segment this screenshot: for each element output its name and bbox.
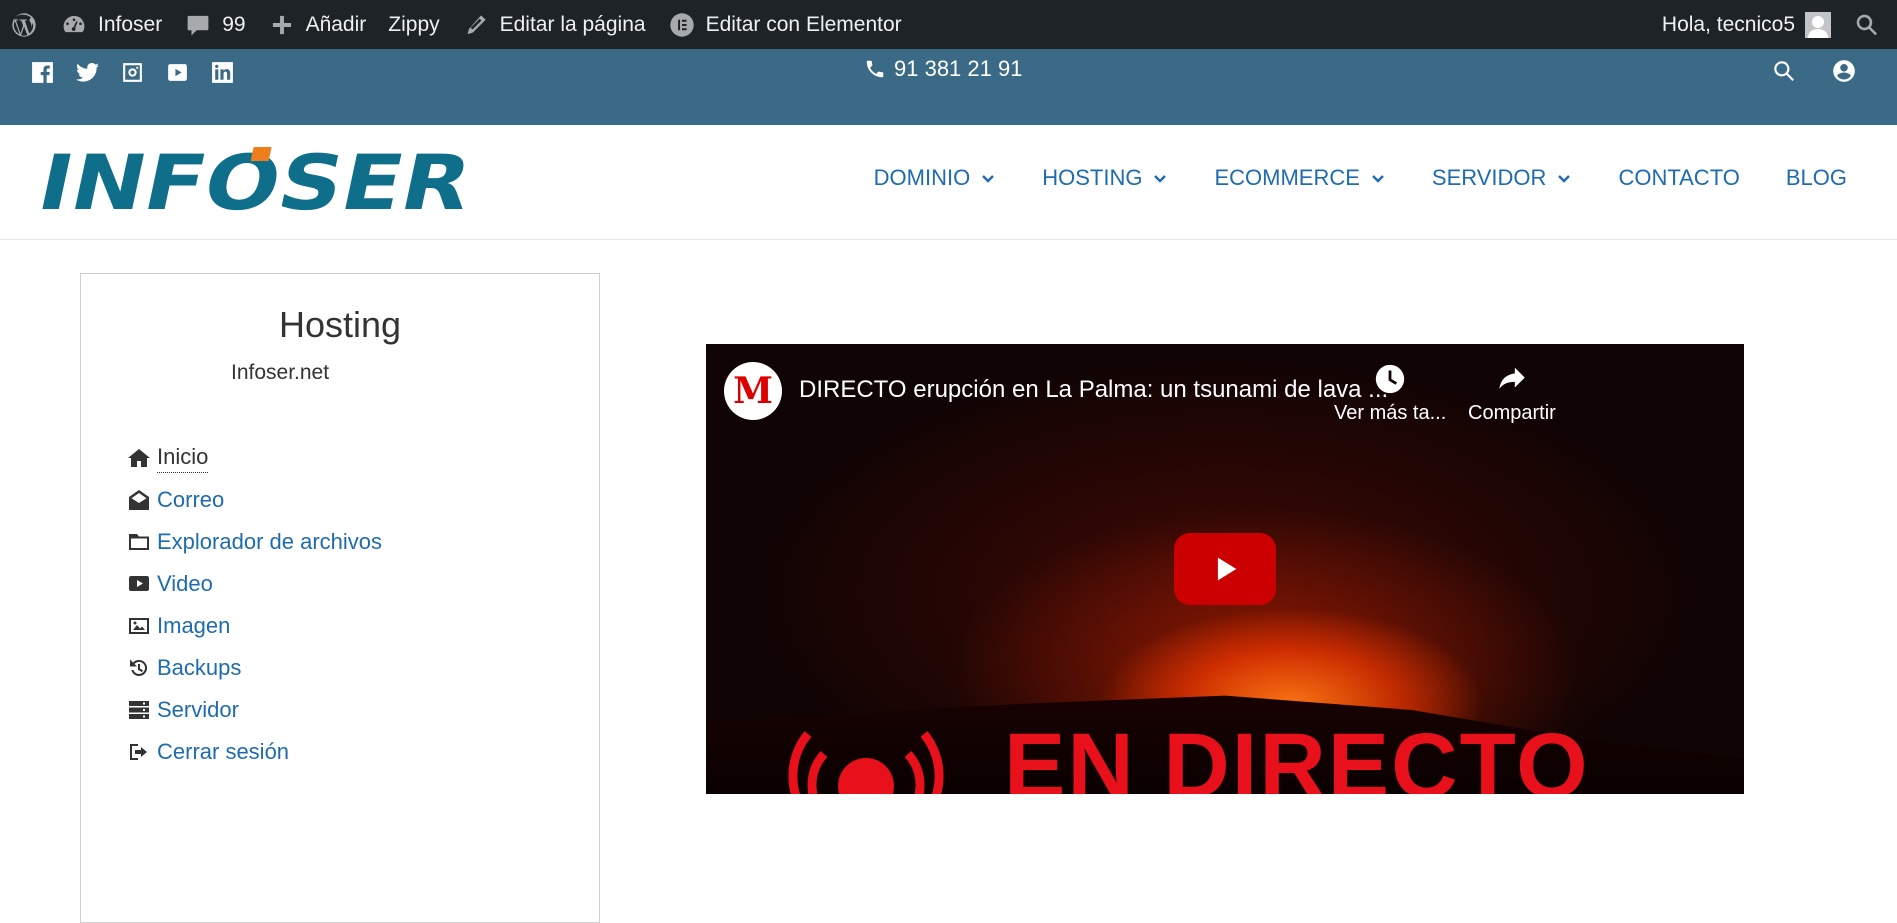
instagram-icon[interactable] — [120, 60, 145, 85]
chevron-down-icon — [1558, 175, 1571, 183]
live-overlay-text: EN DIRECTO — [1004, 715, 1590, 794]
menu-item-imagen[interactable]: Imagen — [127, 605, 382, 647]
menu-item-inicio[interactable]: Inicio — [127, 437, 382, 479]
nav-contacto[interactable]: CONTACTO — [1618, 165, 1739, 191]
greeting-label: Hola, tecnico5 — [1661, 12, 1795, 36]
search-icon — [1853, 11, 1881, 39]
top-actions — [1771, 58, 1857, 89]
zippy-label: Zippy — [388, 12, 440, 36]
chevron-down-icon — [982, 175, 995, 183]
nav-ecommerce[interactable]: ECOMMERCE — [1214, 165, 1385, 191]
comments-count: 99 — [222, 12, 246, 36]
home-icon — [127, 447, 151, 469]
video-title[interactable]: DIRECTO erupción en La Palma: un tsunami… — [799, 376, 1388, 404]
logout-icon — [127, 741, 151, 763]
infoser-logo[interactable]: INFOSER — [34, 145, 480, 215]
wordpress-icon — [10, 11, 38, 39]
user-account-button[interactable]: Hola, tecnico5 — [1651, 0, 1842, 49]
broadcast-icon — [788, 731, 944, 794]
nav-servidor[interactable]: SERVIDOR — [1432, 165, 1573, 191]
account-icon[interactable] — [1831, 58, 1857, 89]
menu-item-explorador[interactable]: Explorador de archivos — [127, 521, 382, 563]
comment-icon — [184, 11, 212, 39]
share-icon — [1499, 367, 1525, 389]
nav-dominio[interactable]: DOMINIO — [874, 165, 997, 191]
watch-later-button[interactable]: Ver más ta... — [1334, 362, 1446, 425]
youtube-icon — [127, 573, 151, 595]
panel-title: Hosting — [278, 304, 402, 345]
add-new-button[interactable]: Añadir — [257, 0, 378, 49]
wordpress-logo-button[interactable] — [0, 0, 49, 49]
edit-elementor-button[interactable]: Editar con Elementor — [657, 0, 913, 49]
comments-button[interactable]: 99 — [173, 0, 256, 49]
hosting-panel: Hosting Infoser.net Inicio Correo Explor… — [80, 273, 600, 923]
nav-contacto-label: CONTACTO — [1618, 165, 1740, 190]
menu-item-label: Servidor — [157, 697, 239, 722]
site-name-label: Infoser — [98, 12, 163, 36]
nav-ecommerce-label: ECOMMERCE — [1214, 165, 1360, 190]
nav-blog[interactable]: BLOG — [1786, 165, 1847, 191]
twitter-icon[interactable] — [75, 60, 100, 85]
play-button[interactable] — [1174, 533, 1276, 605]
panel-subtitle: Infoser.net — [231, 361, 330, 384]
edit-elementor-label: Editar con Elementor — [705, 12, 902, 36]
menu-item-label: Imagen — [157, 613, 231, 638]
nav-hosting-label: HOSTING — [1042, 165, 1143, 190]
share-button[interactable]: Compartir — [1468, 362, 1556, 425]
search-icon[interactable] — [1771, 58, 1797, 89]
chevron-down-icon — [1372, 175, 1384, 183]
pencil-icon — [462, 11, 490, 39]
menu-item-label: Backups — [157, 655, 242, 680]
zippy-button[interactable]: Zippy — [377, 0, 450, 49]
youtube-embed[interactable]: M DIRECTO erupción en La Palma: un tsuna… — [706, 344, 1744, 794]
menu-item-label: Inicio — [157, 444, 209, 473]
watch-later-label: Ver más ta... — [1334, 402, 1447, 424]
play-icon — [1217, 557, 1237, 581]
phone-number[interactable]: 91 381 21 91 — [864, 56, 1022, 82]
menu-item-backups[interactable]: Backups — [127, 647, 382, 689]
nav-servidor-label: SERVIDOR — [1431, 165, 1547, 190]
youtube-icon[interactable] — [165, 60, 190, 85]
phone-icon — [866, 60, 884, 78]
linkedin-icon[interactable] — [210, 60, 235, 85]
chevron-down-icon — [1154, 175, 1167, 183]
site-name-button[interactable]: Infoser — [49, 0, 173, 49]
image-icon — [127, 615, 151, 637]
wp-admin-bar: Infoser 99 Añadir Zippy Editar la página… — [0, 0, 1897, 49]
logo-accent — [250, 147, 272, 161]
social-links — [30, 60, 235, 85]
menu-item-label: Video — [157, 571, 213, 596]
channel-logo[interactable]: M — [724, 362, 782, 420]
facebook-icon[interactable] — [30, 60, 55, 85]
nav-blog-label: BLOG — [1785, 165, 1847, 190]
elementor-icon — [668, 11, 696, 39]
avatar — [1805, 11, 1831, 38]
edit-page-button[interactable]: Editar la página — [451, 0, 657, 49]
backup-icon — [127, 657, 151, 679]
menu-item-video[interactable]: Video — [127, 563, 382, 605]
dashboard-icon — [60, 11, 88, 39]
main-nav: DOMINIO HOSTING ECOMMERCE SERVIDOR CONTA… — [874, 165, 1847, 191]
site-header: INFOSER DOMINIO HOSTING ECOMMERCE SERVID… — [0, 125, 1897, 240]
edit-page-label: Editar la página — [499, 12, 646, 36]
share-label: Compartir — [1468, 402, 1556, 424]
envelope-open-icon — [127, 489, 151, 511]
menu-item-correo[interactable]: Correo — [127, 479, 382, 521]
menu-item-label: Explorador de archivos — [157, 529, 383, 554]
plus-icon — [268, 11, 296, 39]
menu-item-label: Correo — [157, 487, 225, 512]
nav-hosting[interactable]: HOSTING — [1042, 165, 1168, 191]
folder-icon — [127, 531, 151, 553]
nav-dominio-label: DOMINIO — [873, 165, 971, 190]
add-new-label: Añadir — [305, 12, 367, 36]
menu-item-servidor[interactable]: Servidor — [127, 689, 382, 731]
clock-icon — [1375, 364, 1405, 394]
phone-label: 91 381 21 91 — [894, 56, 1023, 81]
admin-search-button[interactable] — [1842, 0, 1897, 49]
panel-menu: Inicio Correo Explorador de archivos Vid… — [127, 437, 382, 773]
server-icon — [127, 699, 151, 721]
menu-item-cerrar-sesion[interactable]: Cerrar sesión — [127, 731, 382, 773]
menu-item-label: Cerrar sesión — [157, 739, 290, 764]
